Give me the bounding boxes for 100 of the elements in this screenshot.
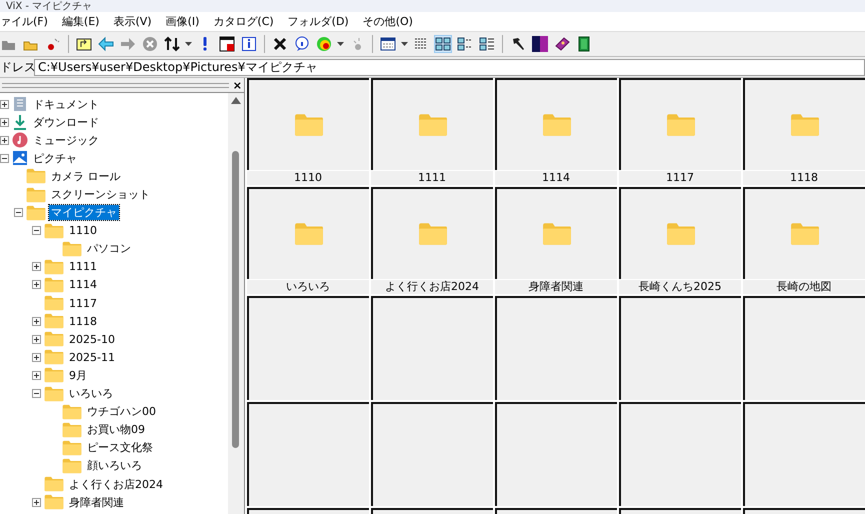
expand-toggle[interactable]: [32, 316, 41, 326]
tree-item[interactable]: 1114: [67, 278, 99, 292]
thumbnail[interactable]: [743, 78, 865, 170]
door-icon[interactable]: [576, 36, 592, 52]
thumbnail[interactable]: [495, 78, 617, 170]
window-title: ViX - マイピクチャ: [6, 1, 92, 12]
close-button[interactable]: ×: [232, 80, 242, 90]
folder-icon: [666, 113, 696, 137]
thumbnail[interactable]: [619, 78, 741, 170]
expand-toggle[interactable]: [0, 100, 9, 109]
tree-item[interactable]: 9月: [67, 368, 89, 383]
thumbnail[interactable]: [247, 78, 369, 170]
expand-toggle[interactable]: [32, 334, 41, 344]
folder-icon: [62, 440, 82, 456]
thumbnail[interactable]: [371, 78, 493, 170]
tree-item[interactable]: ダウンロード: [31, 114, 101, 130]
expand-toggle[interactable]: [32, 280, 41, 290]
collapse-toggle[interactable]: [14, 208, 23, 218]
folder-icon: [790, 222, 820, 246]
empty-thumbnail[interactable]: [619, 296, 741, 400]
folder-icon: [44, 313, 64, 330]
empty-thumbnail[interactable]: [743, 402, 865, 506]
panel-icon[interactable]: [219, 36, 235, 52]
address-field[interactable]: C:¥Users¥user¥Desktop¥Pictures¥マイピクチャ: [34, 58, 865, 76]
expand-toggle[interactable]: [32, 370, 41, 380]
collapse-toggle[interactable]: [32, 389, 41, 398]
tree-item[interactable]: ピクチャ: [31, 150, 79, 166]
caret-icon[interactable]: [337, 42, 344, 46]
caret-icon[interactable]: [185, 42, 192, 46]
caret-icon[interactable]: [401, 42, 408, 46]
expand-toggle[interactable]: [0, 136, 9, 145]
delete-icon[interactable]: [272, 36, 288, 52]
large-icons-view-icon[interactable]: [434, 35, 452, 53]
tree-item[interactable]: 顔いろいろ: [85, 458, 144, 474]
back-arrow-icon[interactable]: [98, 36, 114, 52]
menu-item[interactable]: ァイル(F): [0, 14, 48, 29]
tree-item[interactable]: パソコン: [85, 241, 133, 256]
scroll-up-icon[interactable]: [231, 97, 241, 104]
menu-item[interactable]: その他(O): [362, 14, 413, 29]
thumbnail-label: 1118: [743, 170, 865, 185]
empty-thumbnail[interactable]: [495, 296, 617, 400]
info-bubble-icon[interactable]: [294, 36, 310, 52]
sort-icon[interactable]: [164, 36, 180, 52]
tree-item[interactable]: 1118: [67, 314, 99, 328]
thumbnail[interactable]: [619, 187, 741, 279]
tree-item[interactable]: ミュージック: [31, 132, 101, 148]
expand-toggle[interactable]: [32, 262, 41, 272]
document-icon: [12, 96, 28, 112]
tree-item[interactable]: 2025-11: [67, 350, 117, 364]
stop-icon[interactable]: [142, 36, 158, 52]
empty-thumbnail[interactable]: [247, 402, 369, 506]
dot-icon[interactable]: [45, 36, 61, 52]
empty-thumbnail[interactable]: [247, 296, 369, 400]
empty-thumbnail[interactable]: [619, 402, 741, 506]
collapse-toggle[interactable]: [32, 226, 41, 236]
thumbnail[interactable]: [743, 187, 865, 279]
menu-item[interactable]: フォルダ(D): [288, 14, 349, 29]
empty-thumbnail[interactable]: [743, 296, 865, 400]
tree-item[interactable]: いろいろ: [67, 386, 115, 402]
empty-thumbnail[interactable]: [371, 402, 493, 506]
info-icon[interactable]: [241, 36, 257, 52]
empty-thumbnail[interactable]: [371, 296, 493, 400]
folder-icon: [44, 258, 64, 275]
tree-item[interactable]: 1111: [67, 260, 99, 274]
expand-toggle[interactable]: [32, 352, 41, 362]
expand-toggle[interactable]: [32, 498, 41, 507]
menu-item[interactable]: 画像(I): [166, 14, 200, 29]
thumbnail[interactable]: [495, 187, 617, 279]
calendar-icon[interactable]: [380, 36, 396, 52]
expand-toggle[interactable]: [0, 118, 9, 127]
tree-item[interactable]: 2025-10: [67, 332, 117, 346]
tree-item[interactable]: カメラ ロール: [49, 168, 122, 184]
tree-item[interactable]: ドキュメント: [31, 96, 101, 112]
folder-icon: [418, 113, 448, 137]
collapse-toggle[interactable]: [0, 154, 9, 163]
thumbnail-label: 長崎の地図: [743, 279, 865, 294]
tree-item[interactable]: マイピクチャ: [49, 205, 119, 220]
scrollbar[interactable]: [228, 93, 244, 514]
thumbnail[interactable]: [371, 187, 493, 279]
small-icons-view-icon[interactable]: [456, 35, 474, 53]
color-wheel-icon[interactable]: [316, 36, 332, 52]
tree-item[interactable]: ピース文化祭: [85, 440, 155, 456]
tree-item[interactable]: よく行くお店2024: [67, 476, 165, 492]
folder-icon: [44, 349, 64, 366]
tree-item[interactable]: スクリーンショット: [49, 187, 152, 202]
thumbnail[interactable]: [247, 187, 369, 279]
menu-item[interactable]: カタログ(C): [213, 14, 274, 29]
folder-icon: [44, 222, 64, 239]
folder-icon: [62, 240, 82, 257]
tree-item[interactable]: 1117: [67, 296, 99, 310]
details-view-icon[interactable]: [478, 35, 496, 53]
tree-item[interactable]: お買い物09: [85, 422, 147, 438]
tree-item[interactable]: ウチゴハン00: [85, 404, 158, 420]
empty-thumbnail[interactable]: [495, 402, 617, 506]
folder-up-icon[interactable]: [76, 36, 92, 52]
download-icon: [12, 114, 28, 130]
tree-item[interactable]: 身障者関連: [67, 494, 126, 510]
menu-item[interactable]: 表示(V): [113, 14, 152, 29]
menu-item[interactable]: 編集(E): [62, 14, 100, 29]
tree-item[interactable]: 1110: [67, 224, 99, 238]
